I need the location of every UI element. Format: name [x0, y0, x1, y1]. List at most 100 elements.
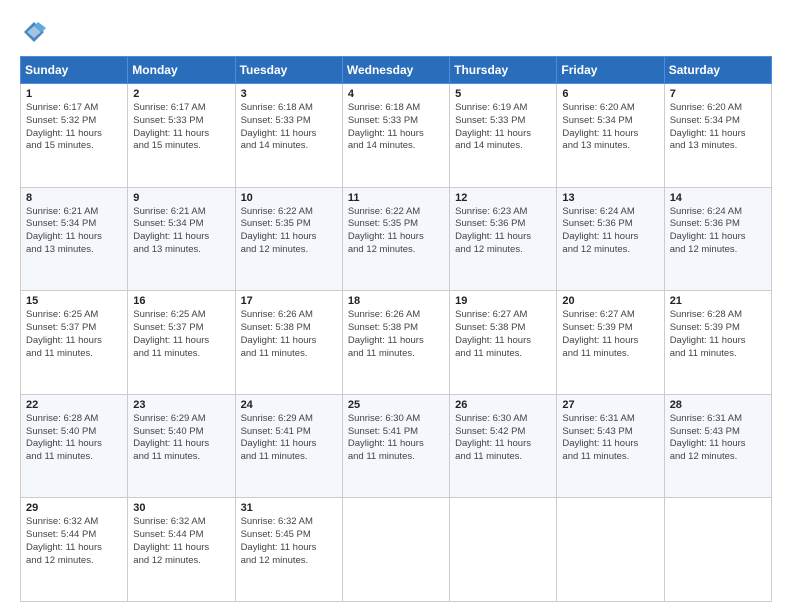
cell-text: Sunrise: 6:32 AMSunset: 5:44 PMDaylight:… — [26, 516, 122, 567]
day-number: 8 — [26, 192, 122, 204]
calendar-cell: 11 Sunrise: 6:22 AMSunset: 5:35 PMDayligh… — [342, 187, 449, 291]
day-number: 21 — [670, 295, 766, 307]
day-number: 17 — [241, 295, 337, 307]
cell-text: Sunrise: 6:26 AMSunset: 5:38 PMDaylight:… — [241, 309, 337, 360]
day-number: 14 — [670, 192, 766, 204]
calendar-cell — [342, 498, 449, 602]
calendar-cell: 12 Sunrise: 6:23 AMSunset: 5:36 PMDayligh… — [450, 187, 557, 291]
day-number: 19 — [455, 295, 551, 307]
day-number: 28 — [670, 399, 766, 411]
day-number: 23 — [133, 399, 229, 411]
cell-text: Sunrise: 6:32 AMSunset: 5:45 PMDaylight:… — [241, 516, 337, 567]
calendar-cell — [450, 498, 557, 602]
cell-text: Sunrise: 6:31 AMSunset: 5:43 PMDaylight:… — [670, 413, 766, 464]
calendar-cell: 7Sunrise: 6:20 AMSunset: 5:34 PMDaylight… — [664, 84, 771, 188]
cell-text: Sunrise: 6:27 AMSunset: 5:38 PMDaylight:… — [455, 309, 551, 360]
day-number: 31 — [241, 502, 337, 514]
calendar-cell: 25Sunrise: 6:30 AMSunset: 5:41 PMDayligh… — [342, 394, 449, 498]
day-header-tuesday: Tuesday — [235, 57, 342, 84]
cell-text: Sunrise: 6:28 AMSunset: 5:39 PMDaylight:… — [670, 309, 766, 360]
cell-text: Sunrise: 6:25 AMSunset: 5:37 PMDaylight:… — [133, 309, 229, 360]
calendar-cell: 24 Sunrise: 6:29 AMSunset: 5:41 PMDayligh… — [235, 394, 342, 498]
day-number: 27 — [562, 399, 658, 411]
calendar-cell: 16 Sunrise: 6:25 AMSunset: 5:37 PMDayligh… — [128, 291, 235, 395]
calendar-cell: 31 Sunrise: 6:32 AMSunset: 5:45 PMDayligh… — [235, 498, 342, 602]
day-number: 2 — [133, 88, 229, 100]
calendar-cell: 20 Sunrise: 6:27 AMSunset: 5:39 PMDayligh… — [557, 291, 664, 395]
day-header-wednesday: Wednesday — [342, 57, 449, 84]
cell-text: Sunrise: 6:19 AMSunset: 5:33 PMDaylight:… — [455, 102, 551, 153]
week-row-1: 1Sunrise: 6:17 AMSunset: 5:32 PMDaylight… — [21, 84, 772, 188]
day-number: 16 — [133, 295, 229, 307]
logo — [20, 18, 52, 46]
week-row-2: 8 Sunrise: 6:21 AMSunset: 5:34 PMDaylight… — [21, 187, 772, 291]
day-number: 12 — [455, 192, 551, 204]
logo-icon — [20, 18, 48, 46]
day-header-thursday: Thursday — [450, 57, 557, 84]
day-number: 26 — [455, 399, 551, 411]
calendar-cell: 26 Sunrise: 6:30 AMSunset: 5:42 PMDayligh… — [450, 394, 557, 498]
calendar-cell — [557, 498, 664, 602]
day-number: 4 — [348, 88, 444, 100]
day-number: 20 — [562, 295, 658, 307]
week-row-3: 15 Sunrise: 6:25 AMSunset: 5:37 PMDayligh… — [21, 291, 772, 395]
calendar-cell: 22 Sunrise: 6:28 AMSunset: 5:40 PMDayligh… — [21, 394, 128, 498]
day-number: 1 — [26, 88, 122, 100]
calendar-cell: 1Sunrise: 6:17 AMSunset: 5:32 PMDaylight… — [21, 84, 128, 188]
cell-text: Sunrise: 6:28 AMSunset: 5:40 PMDaylight:… — [26, 413, 122, 464]
cell-text: Sunrise: 6:22 AMSunset: 5:35 PMDaylight:… — [348, 206, 444, 257]
calendar-cell: 18Sunrise: 6:26 AMSunset: 5:38 PMDayligh… — [342, 291, 449, 395]
calendar-cell: 6Sunrise: 6:20 AMSunset: 5:34 PMDaylight… — [557, 84, 664, 188]
calendar-cell: 28 Sunrise: 6:31 AMSunset: 5:43 PMDayligh… — [664, 394, 771, 498]
cell-text: Sunrise: 6:17 AMSunset: 5:33 PMDaylight:… — [133, 102, 229, 153]
calendar-cell: 5 Sunrise: 6:19 AMSunset: 5:33 PMDaylight… — [450, 84, 557, 188]
cell-text: Sunrise: 6:21 AMSunset: 5:34 PMDaylight:… — [133, 206, 229, 257]
page: SundayMondayTuesdayWednesdayThursdayFrid… — [0, 0, 792, 612]
cell-text: Sunrise: 6:29 AMSunset: 5:40 PMDaylight:… — [133, 413, 229, 464]
cell-text: Sunrise: 6:32 AMSunset: 5:44 PMDaylight:… — [133, 516, 229, 567]
day-number: 13 — [562, 192, 658, 204]
day-number: 15 — [26, 295, 122, 307]
calendar-cell: 4Sunrise: 6:18 AMSunset: 5:33 PMDaylight… — [342, 84, 449, 188]
cell-text: Sunrise: 6:30 AMSunset: 5:42 PMDaylight:… — [455, 413, 551, 464]
cell-text: Sunrise: 6:27 AMSunset: 5:39 PMDaylight:… — [562, 309, 658, 360]
day-number: 7 — [670, 88, 766, 100]
header — [20, 18, 772, 46]
calendar-cell — [664, 498, 771, 602]
day-number: 18 — [348, 295, 444, 307]
calendar-cell: 14 Sunrise: 6:24 AMSunset: 5:36 PMDayligh… — [664, 187, 771, 291]
calendar-cell: 8 Sunrise: 6:21 AMSunset: 5:34 PMDaylight… — [21, 187, 128, 291]
cell-text: Sunrise: 6:24 AMSunset: 5:36 PMDaylight:… — [562, 206, 658, 257]
cell-text: Sunrise: 6:21 AMSunset: 5:34 PMDaylight:… — [26, 206, 122, 257]
cell-text: Sunrise: 6:29 AMSunset: 5:41 PMDaylight:… — [241, 413, 337, 464]
day-number: 24 — [241, 399, 337, 411]
calendar-cell: 29 Sunrise: 6:32 AMSunset: 5:44 PMDayligh… — [21, 498, 128, 602]
calendar-cell: 3Sunrise: 6:18 AMSunset: 5:33 PMDaylight… — [235, 84, 342, 188]
cell-text: Sunrise: 6:20 AMSunset: 5:34 PMDaylight:… — [562, 102, 658, 153]
cell-text: Sunrise: 6:25 AMSunset: 5:37 PMDaylight:… — [26, 309, 122, 360]
day-number: 11 — [348, 192, 444, 204]
calendar-cell: 21 Sunrise: 6:28 AMSunset: 5:39 PMDayligh… — [664, 291, 771, 395]
day-header-saturday: Saturday — [664, 57, 771, 84]
calendar-cell: 27 Sunrise: 6:31 AMSunset: 5:43 PMDayligh… — [557, 394, 664, 498]
day-number: 10 — [241, 192, 337, 204]
day-number: 22 — [26, 399, 122, 411]
day-number: 9 — [133, 192, 229, 204]
calendar-cell: 23 Sunrise: 6:29 AMSunset: 5:40 PMDayligh… — [128, 394, 235, 498]
day-number: 5 — [455, 88, 551, 100]
calendar-table: SundayMondayTuesdayWednesdayThursdayFrid… — [20, 56, 772, 602]
calendar-cell: 17 Sunrise: 6:26 AMSunset: 5:38 PMDayligh… — [235, 291, 342, 395]
day-header-monday: Monday — [128, 57, 235, 84]
week-row-5: 29 Sunrise: 6:32 AMSunset: 5:44 PMDayligh… — [21, 498, 772, 602]
day-number: 25 — [348, 399, 444, 411]
calendar-cell: 30 Sunrise: 6:32 AMSunset: 5:44 PMDayligh… — [128, 498, 235, 602]
cell-text: Sunrise: 6:24 AMSunset: 5:36 PMDaylight:… — [670, 206, 766, 257]
calendar-cell: 9 Sunrise: 6:21 AMSunset: 5:34 PMDaylight… — [128, 187, 235, 291]
day-header-sunday: Sunday — [21, 57, 128, 84]
cell-text: Sunrise: 6:23 AMSunset: 5:36 PMDaylight:… — [455, 206, 551, 257]
day-number: 30 — [133, 502, 229, 514]
calendar-cell: 15 Sunrise: 6:25 AMSunset: 5:37 PMDayligh… — [21, 291, 128, 395]
week-row-4: 22 Sunrise: 6:28 AMSunset: 5:40 PMDayligh… — [21, 394, 772, 498]
day-number: 29 — [26, 502, 122, 514]
cell-text: Sunrise: 6:31 AMSunset: 5:43 PMDaylight:… — [562, 413, 658, 464]
